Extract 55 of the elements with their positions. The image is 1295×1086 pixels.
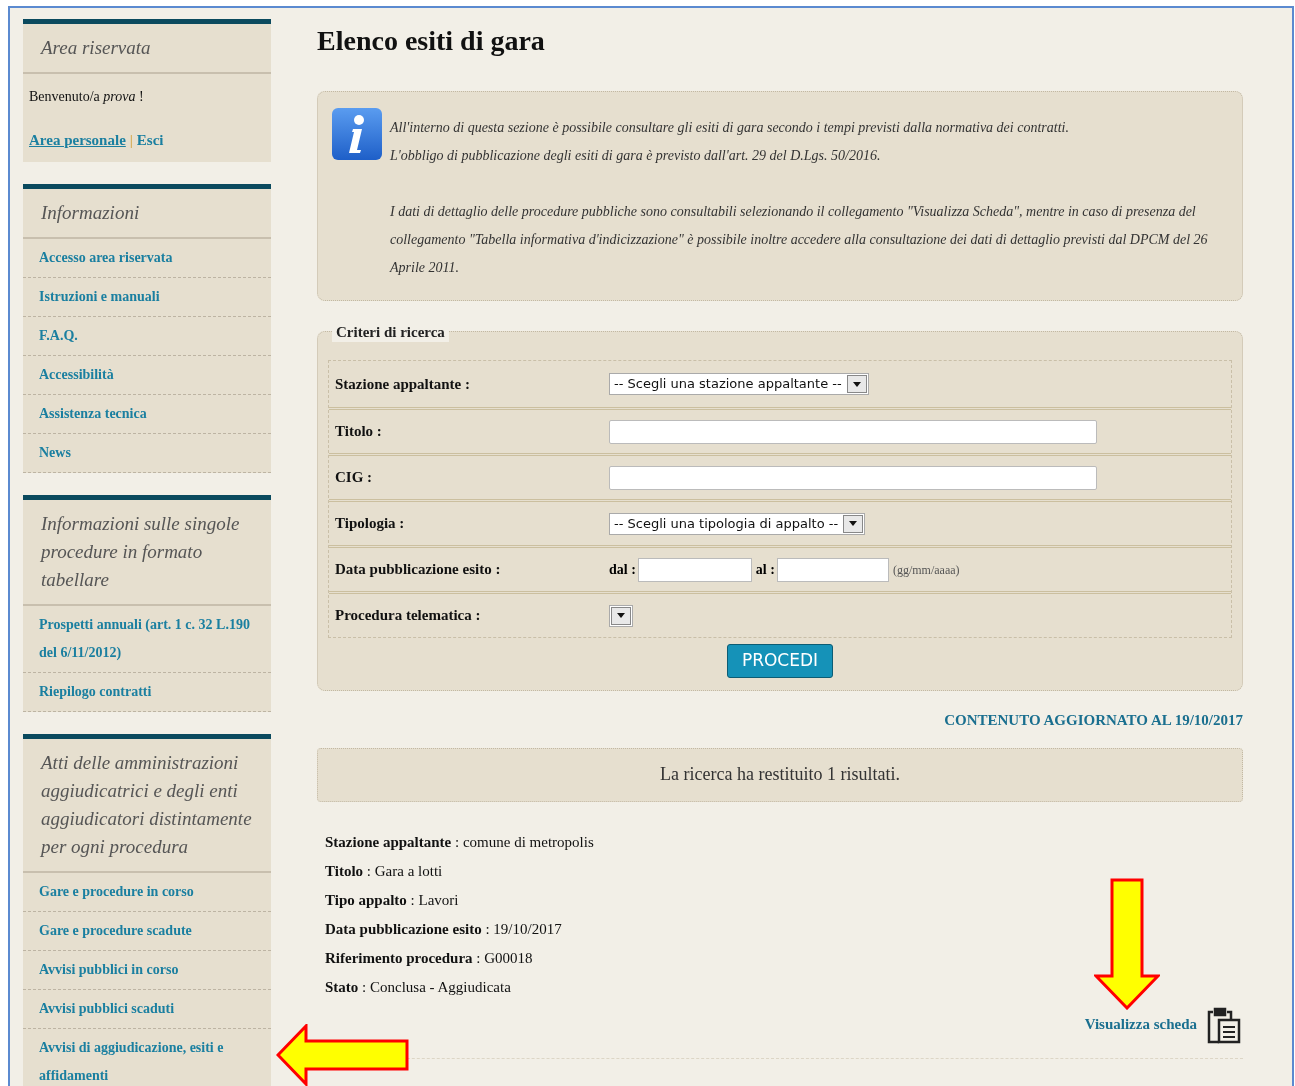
- menu-link[interactable]: Avvisi pubblici scaduti: [39, 994, 257, 1023]
- date-label: al :: [755, 561, 775, 579]
- menu-link[interactable]: Accessibilità: [39, 360, 257, 389]
- separator: |: [129, 131, 133, 150]
- panel-heading: Informazioni: [23, 188, 271, 239]
- info-icon: [332, 108, 382, 160]
- select-dropdown[interactable]: -- Scegli una stazione appaltante --: [609, 373, 869, 395]
- clipboard-icon[interactable]: [1205, 1005, 1243, 1044]
- menu-link[interactable]: Avvisi di aggiudicazione, esiti e affidamenti: [39, 1033, 257, 1086]
- date-input[interactable]: [637, 557, 752, 582]
- result-field: Stato : Conclusa - Aggiudicata: [325, 972, 1243, 1002]
- result-field: Riferimento procedura : G00018: [325, 943, 1243, 973]
- menu-link[interactable]: Istruzioni e manuali: [39, 282, 257, 311]
- page-title: Elenco esiti di gara: [317, 24, 546, 58]
- field-label: CIG :: [335, 468, 374, 488]
- updated-note: CONTENUTO AGGIORNATO AL 19/10/2017: [944, 711, 1243, 730]
- sidebar-link[interactable]: Area personale: [29, 129, 126, 152]
- select-dropdown[interactable]: -- Scegli una tipologia di appalto --: [609, 512, 866, 535]
- view-details-link[interactable]: Visualizza scheda: [1084, 1013, 1197, 1036]
- field-label: Tipologia :: [335, 514, 406, 534]
- result-field: Titolo : Gara a lotti: [325, 856, 1243, 886]
- panel-heading: Area riservata: [23, 24, 271, 74]
- menu-link[interactable]: Prospetti annuali (art. 1 c. 32 L.190 del 6/11/2012): [39, 610, 257, 667]
- field-label: Procedura telematica :: [335, 606, 482, 626]
- menu-link[interactable]: Riepilogo contratti: [39, 677, 257, 706]
- caret-icon: [617, 613, 625, 618]
- search-button[interactable]: PROCEDI: [726, 644, 834, 678]
- menu-link[interactable]: Gare e procedure in corso: [39, 877, 257, 906]
- caret-icon: [849, 521, 858, 526]
- info-paragraph: All'interno di questa sezione è possibile consultare gli esiti di gara secondo i tempi previsti dalla normativa dei contratti. L'obbligo di pubblicazione degli esiti di gara è previsto dall'art. 29 del D.Lgs. 50/2016.: [390, 119, 1070, 165]
- result-field: Tipo appalto : Lavori: [325, 885, 1243, 915]
- menu-link[interactable]: Avvisi pubblici in corso: [39, 955, 257, 984]
- menu-link[interactable]: News: [39, 438, 257, 467]
- select-dropdown[interactable]: [609, 604, 633, 627]
- info-paragraph: I dati di dettaglio delle procedure pubbliche sono consultabili selezionando il collegamento "Visualizza Scheda", mentre in caso di presenza del collegamento "Tabella informativa d'indicizzazione" è possibile inoltre accedere alla consultazione dei dati di dettaglio previsti dal DPCM del 26 Aprile 2011.: [390, 203, 1209, 277]
- result-field: Stazione appaltante : comune di metropolis: [325, 827, 1243, 857]
- menu-link[interactable]: Accesso area riservata: [39, 243, 257, 272]
- field-label: Stazione appaltante :: [335, 374, 471, 394]
- caret-icon: [852, 381, 861, 387]
- result-message: La ricerca ha restituito 1 risultati.: [317, 747, 1243, 802]
- menu-link[interactable]: Gare e procedure scadute: [39, 916, 257, 945]
- date-label: dal :: [609, 561, 636, 579]
- date-input[interactable]: [776, 557, 889, 582]
- panel-heading: Atti delle amministrazioni aggiudicatrici e degli enti aggiudicatori distintamente per ogni procedura: [23, 738, 271, 873]
- panel-heading: Informazioni sulle singole procedure in formato tabellare: [23, 499, 271, 606]
- text-input[interactable]: [609, 465, 1097, 490]
- field-label: Data pubblicazione esito :: [335, 560, 502, 580]
- result-field: Data pubblicazione esito : 19/10/2017: [325, 914, 1243, 944]
- date-format-hint: (gg/mm/aaaa): [892, 561, 960, 579]
- menu-link[interactable]: F.A.Q.: [39, 321, 257, 350]
- field-label: Titolo :: [335, 422, 383, 442]
- welcome-text: Benvenuto/a prova !: [29, 88, 145, 106]
- sidebar-link[interactable]: Esci: [136, 129, 164, 152]
- menu-link[interactable]: Assistenza tecnica: [39, 399, 257, 428]
- text-input[interactable]: [609, 419, 1097, 444]
